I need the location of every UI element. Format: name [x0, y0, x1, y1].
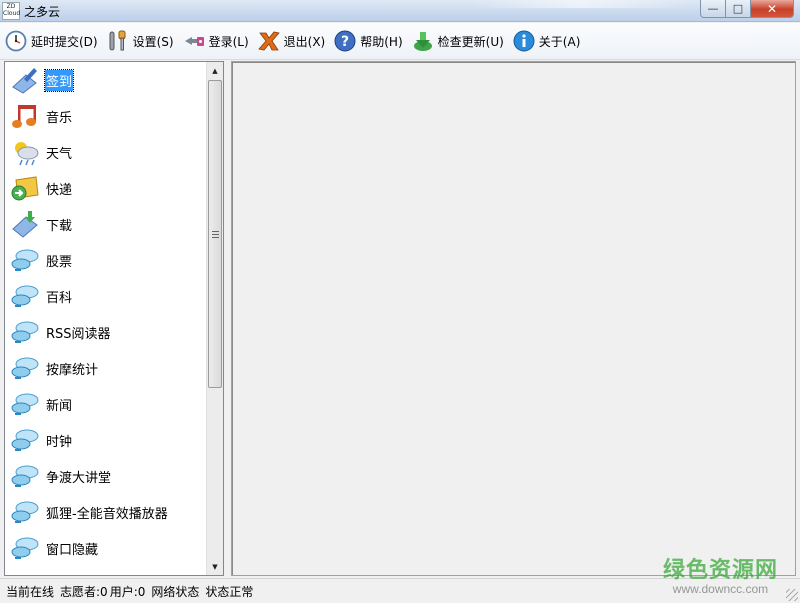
list-item-express[interactable]: 快递 — [5, 170, 207, 206]
check-update-label: 检查更新(U) — [437, 34, 504, 49]
list-item-lecture-hall[interactable]: 争渡大讲堂 — [5, 458, 207, 494]
list-item-encyclopedia[interactable]: 百科 — [5, 278, 207, 314]
list-item-news[interactable]: 新闻 — [5, 386, 207, 422]
plugin-icon — [9, 460, 41, 492]
list-item-label: 时钟 — [46, 434, 73, 450]
check-update-button[interactable]: 检查更新(U) — [411, 27, 504, 55]
login-button[interactable]: 登录(L) — [182, 27, 249, 55]
login-icon — [182, 29, 206, 53]
plugin-list-panel[interactable]: 签到 音乐 天气 快递 下载 股票 百科 RSS阅读器 按摩统计 新闻 时钟 争… — [4, 61, 224, 576]
plugin-icon — [9, 244, 41, 276]
info-icon — [512, 29, 536, 53]
list-item-label: 下载 — [46, 218, 73, 234]
status-online-label: 当前在线 — [6, 584, 55, 599]
list-item-label: 签到 — [43, 68, 75, 92]
scroll-down-arrow-icon[interactable]: ▼ — [207, 558, 223, 575]
app-logo-icon: ZD Cloud — [2, 2, 20, 20]
weather-icon — [9, 136, 41, 168]
clock-icon — [4, 29, 28, 53]
toolbar: 延时提交(D) 设置(S) 登录(L) 退出(X) ? 帮助(H) 检查更新(U… — [0, 23, 800, 60]
list-item-window-hide[interactable]: 窗口隐藏 — [5, 530, 207, 566]
list-item-audio-player[interactable]: 狐狸-全能音效播放器 — [5, 494, 207, 530]
about-button[interactable]: 关于(A) — [512, 27, 581, 55]
list-item-label: 按摩统计 — [46, 362, 99, 378]
login-label: 登录(L) — [208, 34, 249, 49]
maximize-button[interactable]: □ — [726, 0, 751, 18]
list-item-music[interactable]: 音乐 — [5, 98, 207, 134]
list-item-label: 股票 — [46, 254, 73, 270]
exit-icon — [257, 29, 281, 53]
list-item-massage-stats[interactable]: 按摩统计 — [5, 350, 207, 386]
list-item-label: 窗口隐藏 — [46, 542, 99, 558]
svg-text:?: ? — [341, 34, 349, 50]
plugin-icon — [9, 280, 41, 312]
list-item-label: 天气 — [46, 146, 73, 162]
status-network-label: 网络状态 — [151, 584, 200, 599]
plugin-list: 签到 音乐 天气 快递 下载 股票 百科 RSS阅读器 按摩统计 新闻 时钟 争… — [5, 62, 207, 566]
update-icon — [411, 29, 435, 53]
express-icon — [9, 172, 41, 204]
watermark-brand: 绿色资源网 — [662, 558, 778, 583]
list-item-label: 新闻 — [46, 398, 73, 414]
list-item-weather[interactable]: 天气 — [5, 134, 207, 170]
title-bar[interactable]: ZD Cloud 之多云 — □ ✕ — [0, 0, 800, 22]
plugin-icon — [9, 316, 41, 348]
help-icon: ? — [333, 29, 357, 53]
plugin-icon — [9, 352, 41, 384]
about-label: 关于(A) — [538, 34, 581, 49]
music-icon — [9, 100, 41, 132]
settings-button[interactable]: 设置(S) — [106, 27, 174, 55]
plugin-icon — [9, 424, 41, 456]
list-item-download[interactable]: 下载 — [5, 206, 207, 242]
plugin-icon — [9, 388, 41, 420]
list-item-label: RSS阅读器 — [46, 326, 111, 342]
plugin-icon — [9, 496, 41, 528]
list-item-checkin[interactable]: 签到 — [5, 62, 207, 98]
list-item-clock[interactable]: 时钟 — [5, 422, 207, 458]
list-item-label: 争渡大讲堂 — [46, 470, 112, 486]
delay-submit-label: 延时提交(D) — [31, 34, 98, 49]
list-item-stocks[interactable]: 股票 — [5, 242, 207, 278]
checkin-icon — [9, 64, 41, 96]
plugin-icon — [9, 532, 41, 564]
scroll-grip-icon — [212, 231, 219, 238]
logo-text-top: ZD — [6, 3, 16, 10]
help-button[interactable]: ? 帮助(H) — [333, 27, 403, 55]
list-item-label: 快递 — [46, 182, 73, 198]
exit-button[interactable]: 退出(X) — [257, 27, 326, 55]
title-bar-reflection — [470, 0, 690, 8]
settings-label: 设置(S) — [132, 34, 174, 49]
status-users: 用户:0 — [109, 584, 146, 599]
scroll-thumb[interactable] — [208, 80, 222, 388]
watermark: 绿色资源网 www.downcc.com — [663, 552, 778, 596]
download-icon — [9, 208, 41, 240]
delay-submit-button[interactable]: 延时提交(D) — [4, 27, 98, 55]
scroll-up-arrow-icon[interactable]: ▲ — [207, 62, 223, 79]
wrench-icon — [106, 29, 130, 53]
list-item-label: 百科 — [46, 290, 73, 306]
content-panel — [231, 61, 796, 576]
exit-label: 退出(X) — [283, 34, 326, 49]
help-label: 帮助(H) — [360, 34, 403, 49]
status-volunteers: 志愿者:0 — [60, 584, 108, 599]
watermark-url: www.downcc.com — [672, 582, 769, 596]
window-title: 之多云 — [24, 5, 61, 19]
window-controls: — □ ✕ — [700, 0, 794, 18]
logo-text-bottom: Cloud — [3, 10, 21, 17]
minimize-button[interactable]: — — [700, 0, 726, 18]
vertical-scrollbar[interactable]: ▲ ▼ — [206, 62, 223, 575]
status-text: 状态正常 — [205, 584, 254, 599]
list-item-rss-reader[interactable]: RSS阅读器 — [5, 314, 207, 350]
resize-grip-icon[interactable] — [786, 589, 798, 601]
list-item-label: 音乐 — [46, 110, 73, 126]
close-button[interactable]: ✕ — [751, 0, 794, 18]
list-item-label: 狐狸-全能音效播放器 — [46, 506, 168, 522]
